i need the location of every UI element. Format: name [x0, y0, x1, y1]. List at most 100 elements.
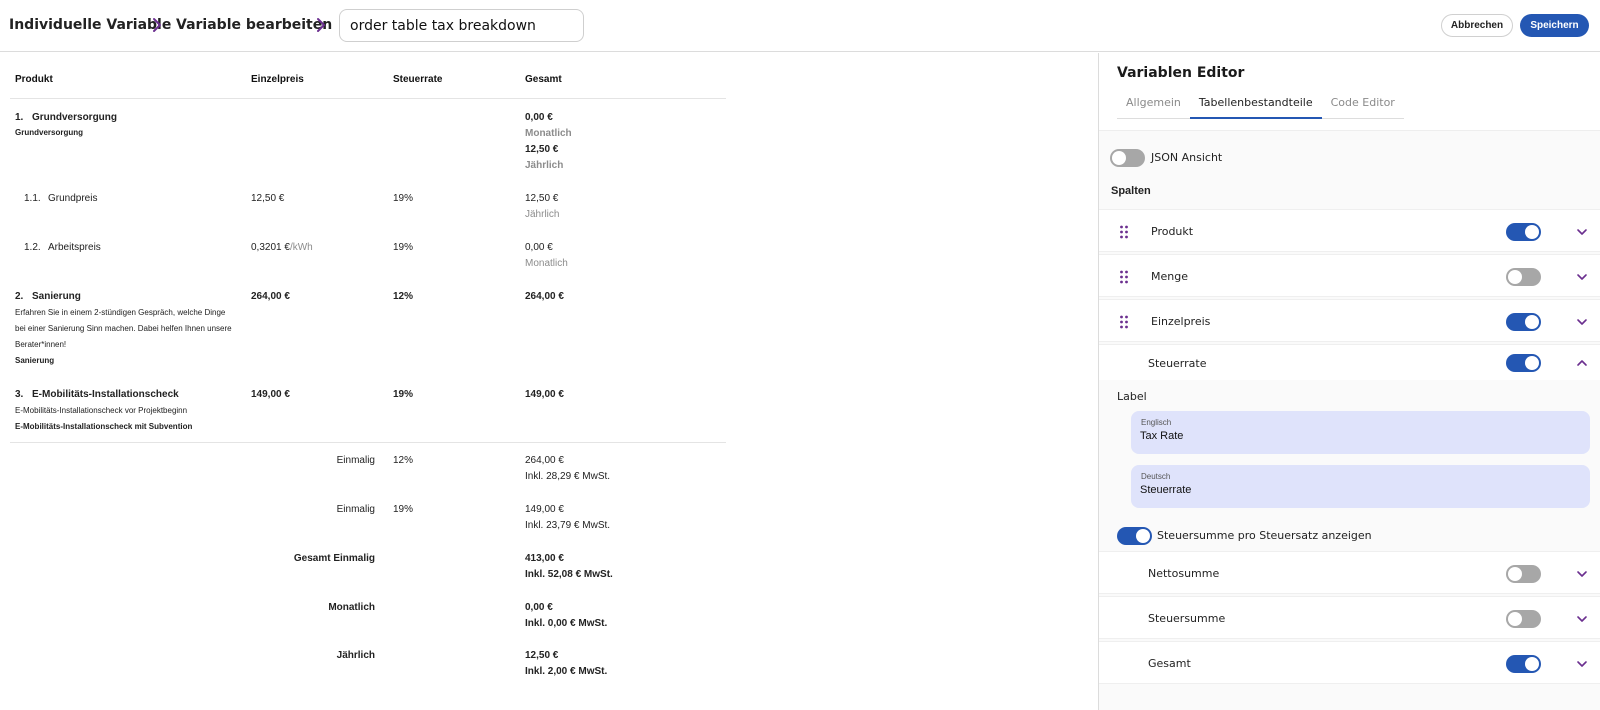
summary-tax: Inkl. 28,29 € MwSt. — [525, 471, 611, 482]
summary-tax: Inkl. 2,00 € MwSt. — [525, 666, 608, 677]
column-header-produkt: Produkt — [15, 74, 53, 85]
item-number: 1. — [15, 112, 24, 123]
label-english-field[interactable]: Englisch — [1131, 411, 1590, 454]
item-tax-rate: 12% — [393, 291, 414, 302]
tab-allgemein[interactable]: Allgemein — [1117, 91, 1190, 119]
toggle-knob — [1525, 225, 1539, 239]
column-row-steuerrate[interactable]: Steuerrate — [1099, 344, 1600, 380]
column-row-einzelpreis[interactable]: Einzelpreis — [1099, 299, 1600, 342]
column-visibility-toggle[interactable] — [1506, 313, 1541, 331]
editor-tabs: Allgemein Tabellenbestandteile Code Edit… — [1117, 91, 1404, 119]
summary-amount: 0,00 € — [525, 602, 553, 613]
variable-editor-panel: Variablen Editor Allgemein Tabellenbesta… — [1098, 53, 1600, 710]
header-divider — [10, 98, 726, 99]
item-period: Monatlich — [525, 258, 568, 269]
breadcrumb-chevron-icon — [150, 15, 164, 35]
sum-label: Gesamt — [1148, 657, 1191, 670]
item-subtitle: Sanierung — [15, 356, 55, 365]
column-label: Einzelpreis — [1151, 315, 1211, 328]
column-row-menge[interactable]: Menge — [1099, 254, 1600, 297]
summary-amount: 149,00 € — [525, 504, 564, 515]
item-description: Berater*innen! — [15, 340, 67, 349]
drag-handle-icon[interactable] — [1119, 315, 1129, 329]
summary-tax: Inkl. 52,08 € MwSt. — [525, 569, 613, 580]
summary-tax: Inkl. 0,00 € MwSt. — [525, 618, 608, 629]
field-caption: Englisch — [1141, 418, 1172, 427]
column-row-produkt[interactable]: Produkt — [1099, 209, 1600, 252]
top-bar: Individuelle Variable Variable bearbeite… — [0, 0, 1600, 52]
breadcrumb-individual-variable[interactable]: Individuelle Variable — [9, 17, 171, 33]
summary-label: Einmalig — [336, 455, 375, 466]
item-price: 149,00 € — [251, 389, 290, 400]
tax-sum-per-rate-toggle[interactable] — [1117, 527, 1152, 545]
summary-tax-rate: 12% — [393, 455, 414, 466]
items-divider — [10, 442, 726, 443]
chevron-down-icon[interactable] — [1576, 568, 1588, 580]
drag-handle-icon[interactable] — [1119, 270, 1129, 284]
summary-tax: Inkl. 23,79 € MwSt. — [525, 520, 611, 531]
item-number: 3. — [15, 389, 24, 400]
label-german-input[interactable] — [1140, 484, 1570, 496]
chevron-down-icon[interactable] — [1576, 613, 1588, 625]
item-subtitle: E-Mobilitäts-Installationscheck mit Subv… — [15, 422, 193, 431]
label-section-title: Label — [1117, 390, 1147, 403]
sum-visibility-toggle[interactable] — [1506, 655, 1541, 673]
toggle-knob — [1112, 151, 1126, 165]
item-name: Grundpreis — [48, 193, 98, 204]
json-view-toggle[interactable] — [1110, 149, 1145, 167]
sum-row-nettosumme[interactable]: Nettosumme — [1099, 551, 1600, 594]
toggle-knob — [1525, 356, 1539, 370]
summary-amount: 12,50 € — [525, 650, 559, 661]
column-visibility-toggle[interactable] — [1506, 354, 1541, 372]
drag-handle-icon[interactable] — [1119, 225, 1129, 239]
item-total: 0,00 € — [525, 112, 553, 123]
panel-header: Variablen Editor Allgemein Tabellenbesta… — [1099, 53, 1600, 131]
item-description: E-Mobilitäts-Installationscheck vor Proj… — [15, 406, 188, 415]
item-total: 0,00 € — [525, 242, 553, 253]
sum-row-gesamt[interactable]: Gesamt — [1099, 641, 1600, 684]
tab-code-editor[interactable]: Code Editor — [1322, 91, 1404, 119]
breadcrumb-edit-variable[interactable]: Variable bearbeiten — [176, 17, 332, 33]
chevron-down-icon[interactable] — [1576, 226, 1588, 238]
toggle-knob — [1508, 567, 1522, 581]
summary-amount: 413,00 € — [525, 553, 564, 564]
item-period: Monatlich — [525, 128, 572, 139]
columns-section-title: Spalten — [1111, 185, 1151, 197]
column-label: Menge — [1151, 270, 1188, 283]
cancel-button[interactable]: Abbrechen — [1441, 14, 1513, 37]
label-german-field[interactable]: Deutsch — [1131, 465, 1590, 508]
sum-visibility-toggle[interactable] — [1506, 610, 1541, 628]
chevron-down-icon[interactable] — [1576, 316, 1588, 328]
summary-amount: 264,00 € — [525, 455, 564, 466]
sum-visibility-toggle[interactable] — [1506, 565, 1541, 583]
variable-name-input[interactable] — [339, 9, 584, 42]
chevron-down-icon[interactable] — [1576, 658, 1588, 670]
toggle-knob — [1508, 270, 1522, 284]
item-period: Jährlich — [525, 160, 564, 171]
column-visibility-toggle[interactable] — [1506, 223, 1541, 241]
item-total: 149,00 € — [525, 389, 564, 400]
json-view-label: JSON Ansicht — [1151, 151, 1223, 164]
item-price: 0,3201 €/kWh — [251, 242, 313, 253]
save-button[interactable]: Speichern — [1520, 14, 1589, 37]
column-header-gesamt: Gesamt — [525, 74, 562, 85]
item-price: 264,00 € — [251, 291, 290, 302]
item-number: 2. — [15, 291, 24, 302]
item-name: Arbeitspreis — [48, 242, 101, 253]
tab-tabellenbestandteile[interactable]: Tabellenbestandteile — [1189, 91, 1322, 119]
item-total: 12,50 € — [525, 193, 559, 204]
summary-label: Einmalig — [336, 504, 375, 515]
chevron-down-icon[interactable] — [1576, 271, 1588, 283]
column-header-steuerrate: Steuerrate — [393, 74, 443, 85]
label-english-input[interactable] — [1140, 430, 1570, 442]
item-tax-rate: 19% — [393, 193, 414, 204]
panel-title: Variablen Editor — [1117, 65, 1245, 81]
toggle-knob — [1525, 315, 1539, 329]
sum-row-steuersumme[interactable]: Steuersumme — [1099, 596, 1600, 639]
sum-label: Steuersumme — [1148, 612, 1226, 625]
toggle-knob — [1525, 657, 1539, 671]
chevron-up-icon[interactable] — [1576, 357, 1588, 369]
item-description: Erfahren Sie in einem 2-stündigen Gesprä… — [15, 308, 226, 317]
item-tax-rate: 19% — [393, 389, 414, 400]
column-visibility-toggle[interactable] — [1506, 268, 1541, 286]
